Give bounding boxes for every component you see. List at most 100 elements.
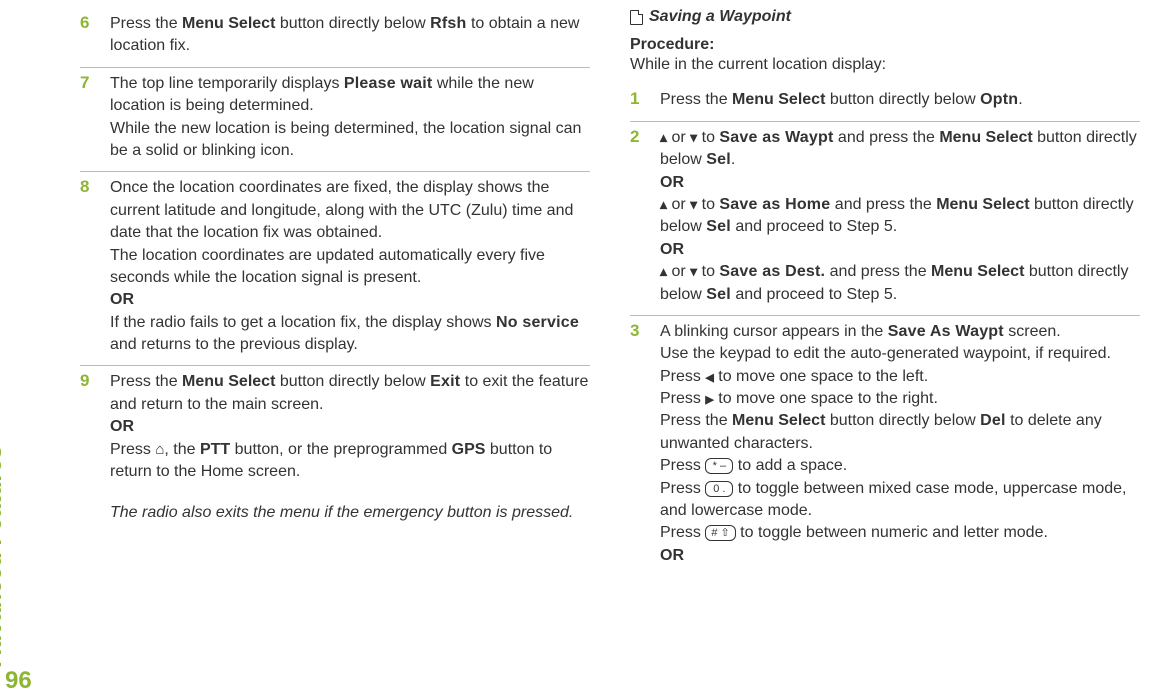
text: OR <box>110 418 134 435</box>
text: Sel <box>706 286 731 303</box>
text: Press <box>660 368 705 385</box>
text: Press the <box>110 15 182 32</box>
text: Press the <box>660 412 732 429</box>
left-arrow-icon <box>705 368 713 385</box>
text: Press <box>660 457 705 474</box>
text: . <box>731 151 735 168</box>
step: 3A blinking cursor appears in the Save A… <box>630 316 1140 576</box>
keypad-key: 0 . <box>705 481 733 497</box>
text: and press the <box>830 196 936 213</box>
step: 9Press the Menu Select button directly b… <box>80 366 590 492</box>
text: Press <box>110 441 155 458</box>
text: No service <box>496 314 579 331</box>
text: Menu Select <box>732 412 825 429</box>
step-body: A blinking cursor appears in the Save As… <box>660 321 1140 567</box>
text: to <box>697 196 719 213</box>
section-label: Advanced Features <box>0 446 8 667</box>
text: While the new location is being determin… <box>110 120 581 159</box>
text: Press <box>660 390 705 407</box>
keypad-key: # ⇧ <box>705 525 735 541</box>
section-title-text: Saving a Waypoint <box>649 8 791 26</box>
text: button directly below <box>825 412 980 429</box>
section-title-saving-waypoint: Saving a Waypoint <box>630 8 1140 26</box>
text: Menu Select <box>182 373 275 390</box>
text: to add a space. <box>733 457 847 474</box>
up-arrow-icon <box>660 129 667 146</box>
up-arrow-icon <box>660 196 667 213</box>
text: Press the <box>110 373 182 390</box>
text: Save as Dest. <box>719 263 825 280</box>
step-number: 7 <box>80 73 98 163</box>
text: to move one space to the left. <box>714 368 928 385</box>
step-number: 6 <box>80 13 98 58</box>
step-body: Press the Menu Select button directly be… <box>110 13 590 58</box>
text: button directly below <box>825 91 980 108</box>
step-body: Press the Menu Select button directly be… <box>110 371 590 483</box>
text: and proceed to Step 5. <box>731 218 897 235</box>
right-arrow-icon <box>705 390 713 407</box>
text: Save as Waypt <box>719 129 833 146</box>
procedure-label: Procedure: <box>630 36 1140 54</box>
step: 6 Press the Menu Select button directly b… <box>80 8 590 68</box>
document-icon <box>630 10 643 25</box>
text: Menu Select <box>936 196 1029 213</box>
step: 7The top line temporarily displays Pleas… <box>80 68 590 173</box>
text: , the <box>164 441 200 458</box>
text: OR <box>110 291 134 308</box>
step-number: 2 <box>630 127 648 306</box>
step-number: 3 <box>630 321 648 567</box>
text: OR <box>660 547 684 564</box>
text: OR <box>660 174 684 191</box>
text: to <box>697 129 719 146</box>
step: 2 or to Save as Waypt and press the Menu… <box>630 122 1140 316</box>
text: and press the <box>833 129 939 146</box>
procedure-description: While in the current location display: <box>630 54 1140 76</box>
left-column: 6 Press the Menu Select button directly b… <box>80 8 590 675</box>
text: Sel <box>706 151 731 168</box>
exit-note: The radio also exits the menu if the eme… <box>110 502 590 524</box>
text: Press <box>660 480 705 497</box>
step-body: Press the Menu Select button directly be… <box>660 89 1140 111</box>
text: . <box>1018 91 1022 108</box>
text: Menu Select <box>939 129 1032 146</box>
text: Exit <box>430 373 460 390</box>
text: Press the <box>660 91 732 108</box>
step-body: or to Save as Waypt and press the Menu S… <box>660 127 1140 306</box>
step: 8Once the location coordinates are fixed… <box>80 172 590 366</box>
text: Sel <box>706 218 731 235</box>
text: or <box>667 196 690 213</box>
text: to toggle between numeric and letter mod… <box>736 524 1048 541</box>
text: and proceed to Step 5. <box>731 286 897 303</box>
text: Use the keypad to edit the auto-generate… <box>660 345 1111 362</box>
step: 1 Press the Menu Select button directly b… <box>630 84 1140 121</box>
text: or <box>667 129 690 146</box>
keypad-key: * – <box>705 458 733 474</box>
text: and returns to the previous display. <box>110 336 358 353</box>
text: A blinking cursor appears in the <box>660 323 888 340</box>
text: Menu Select <box>732 91 825 108</box>
text: Save as Home <box>719 196 830 213</box>
text: Menu Select <box>182 15 275 32</box>
step-number: 9 <box>80 371 98 483</box>
text: Once the location coordinates are fixed,… <box>110 179 573 241</box>
step-body: Once the location coordinates are fixed,… <box>110 177 590 356</box>
text: Press <box>660 524 705 541</box>
text: Save As Waypt <box>888 323 1004 340</box>
text: Please wait <box>344 75 432 92</box>
right-column: Saving a Waypoint Procedure: While in th… <box>630 8 1140 675</box>
text: and press the <box>825 263 931 280</box>
text: If the radio fails to get a location fix… <box>110 314 496 331</box>
up-arrow-icon <box>660 263 667 280</box>
text: GPS <box>452 441 486 458</box>
text: button directly below <box>275 15 430 32</box>
text: The location coordinates are updated aut… <box>110 247 545 286</box>
text: PTT <box>200 441 230 458</box>
text: Rfsh <box>430 15 466 32</box>
text: or <box>667 263 690 280</box>
text: Optn <box>980 91 1018 108</box>
step-number: 1 <box>630 89 648 111</box>
step-body: The top line temporarily displays Please… <box>110 73 590 163</box>
text: to move one space to the right. <box>714 390 938 407</box>
text: Del <box>980 412 1006 429</box>
text: Menu Select <box>931 263 1024 280</box>
